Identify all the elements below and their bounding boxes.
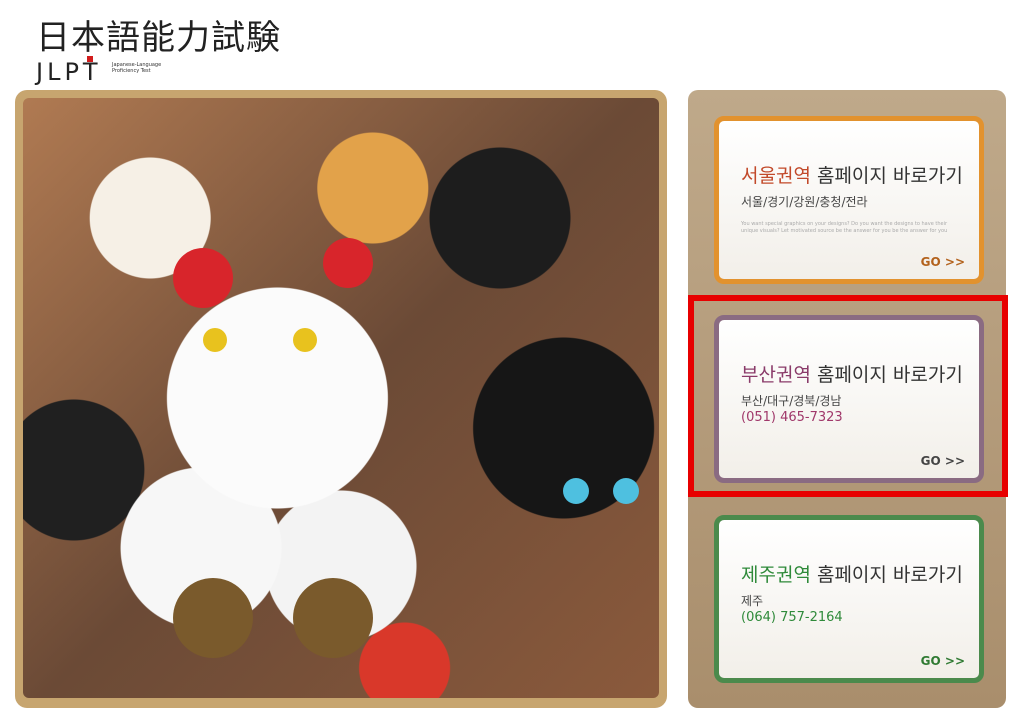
- coin-icon: [173, 578, 253, 658]
- seoul-cities: 서울/경기/강원/충청/전라: [741, 195, 868, 209]
- cat-eye-icon: [613, 478, 639, 504]
- seoul-region-link-card[interactable]: 서울권역 홈페이지 바로가기 서울/경기/강원/충청/전라 You want s…: [714, 116, 984, 284]
- seoul-placeholder-text: You want special graphics on your design…: [741, 221, 948, 234]
- cat-eye-icon: [203, 328, 227, 352]
- jeju-region-link-card[interactable]: 제주권역 홈페이지 바로가기 제주 (064) 757-2164 GO >>: [714, 515, 984, 683]
- jlpt-logo-abbr[interactable]: JLPT: [36, 58, 102, 86]
- cat-eye-icon: [563, 478, 589, 504]
- hero-photo-maneki-neko: [23, 98, 659, 698]
- homepage-shortcut-label: 홈페이지 바로가기: [810, 165, 963, 187]
- hero-photo-frame: [15, 90, 667, 708]
- jeju-card-title: 제주권역 홈페이지 바로가기: [741, 560, 963, 587]
- seoul-region-label: 서울권역: [741, 165, 811, 187]
- cat-eye-icon: [293, 328, 317, 352]
- jeju-phone: (064) 757-2164: [741, 610, 843, 625]
- jeju-go-button[interactable]: GO >>: [921, 654, 965, 668]
- cat-ear-icon: [173, 248, 233, 308]
- homepage-shortcut-label: 홈페이지 바로가기: [810, 564, 963, 586]
- jeju-cities: 제주: [741, 594, 764, 608]
- seoul-card-title: 서울권역 홈페이지 바로가기: [741, 161, 963, 188]
- jeju-region-label: 제주권역: [741, 564, 811, 586]
- site-header: 日本語能力試験 JLPT Japanese-Language Proficien…: [32, 10, 432, 86]
- seoul-go-button[interactable]: GO >>: [921, 255, 965, 269]
- selection-highlight-box: [688, 295, 1008, 497]
- cat-ear-icon: [323, 238, 373, 288]
- jlpt-logo-japanese[interactable]: 日本語能力試験: [36, 10, 281, 59]
- coin-icon: [293, 578, 373, 658]
- logo-red-dot-icon: [87, 56, 93, 62]
- jlpt-logo-subtitle: Japanese-Language Proficiency Test: [112, 62, 162, 74]
